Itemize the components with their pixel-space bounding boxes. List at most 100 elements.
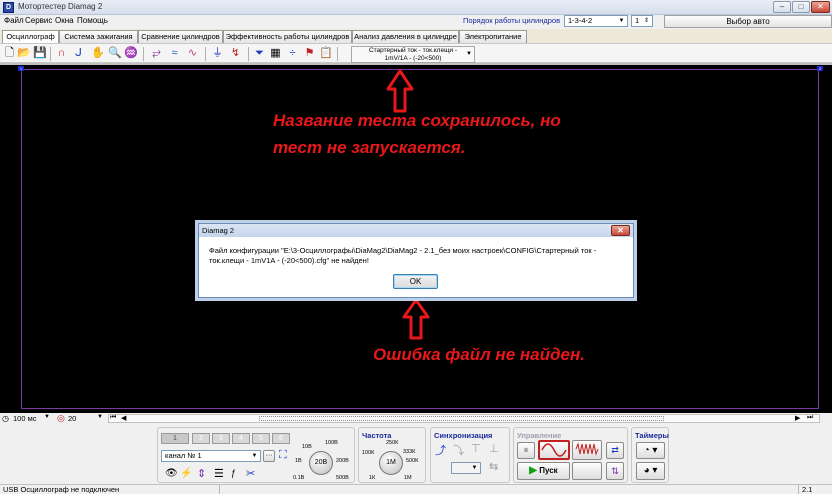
compress-icon[interactable]: ⥂ xyxy=(150,47,163,60)
probe-connector-icon[interactable]: ⛶ xyxy=(279,449,287,462)
scroll-thumb[interactable] xyxy=(259,416,664,421)
channel-button-3[interactable]: 3 xyxy=(212,433,230,444)
hand-pan-icon[interactable]: ✋ xyxy=(91,47,105,60)
menu-help[interactable]: Помощь xyxy=(77,16,108,25)
cursor-zero-icon[interactable]: ↯ xyxy=(229,47,242,60)
flag-icon[interactable]: ⚑ xyxy=(303,47,316,60)
choose-auto-button[interactable]: Выбор авто xyxy=(664,15,832,28)
timer-1-button[interactable]: ◔ ▾ xyxy=(636,442,665,459)
channel-button-1[interactable]: 1 xyxy=(161,433,189,444)
channel-button-2[interactable]: 2 xyxy=(192,433,210,444)
toolbar: 🗋 📂 💾 ∩ ᒍ ✋ 🔍 ♒ ⥂ ≈ ∿ ⏚ ↯ ⏷ ▦ ÷ ⚑ 📋 Стар… xyxy=(0,43,832,63)
channel-more-button[interactable]: ··· xyxy=(263,450,275,462)
sync-group: Синхронизация ⤴ ⤵ ⊤ ⊥ ▼ ⇆ xyxy=(430,427,510,483)
annotation-bottom: Ошибка файл не найден. xyxy=(373,345,585,364)
export-button[interactable]: ⇄ xyxy=(606,442,624,459)
scope-scrollbar[interactable]: ⏮ ◀ ▶ ⏭ xyxy=(108,414,820,423)
cylinder-count-spinner[interactable]: 1 ⇕ xyxy=(631,15,653,27)
start-button[interactable]: ▶ Пуск xyxy=(517,462,570,480)
dialog-close-button[interactable]: ✕ xyxy=(611,225,630,236)
sync-arrows-icon[interactable]: ⇆ xyxy=(489,460,498,473)
scope-control-bar: ◷ 100 мс ▼ ◎ 20 ▼ ⏮ ◀ ▶ ⏭ xyxy=(0,413,832,424)
toolbar-separator xyxy=(143,47,144,61)
marker-left[interactable]: 1 xyxy=(18,66,24,71)
frequency-tick: 1К xyxy=(369,475,376,481)
chevron-down-icon[interactable]: ▼ xyxy=(97,414,103,420)
timebase-value[interactable]: 100 мс xyxy=(13,414,37,423)
wave-overlay-icon[interactable]: ∿ xyxy=(186,47,199,60)
minimize-button[interactable]: – xyxy=(773,1,791,13)
channel-amp-icon: ◎ xyxy=(57,413,65,423)
divide-icon[interactable]: ÷ xyxy=(286,47,299,60)
clipboard-icon[interactable]: 📋 xyxy=(319,47,333,60)
trigger-window-icon[interactable]: ⊥ xyxy=(489,442,499,455)
sine-mode-button[interactable] xyxy=(538,440,570,460)
channel-button-5[interactable]: 5 xyxy=(252,433,270,444)
dialog-title: Diamag 2 xyxy=(199,224,633,237)
voltage-knob[interactable]: 20В xyxy=(309,451,333,475)
test-name-select[interactable]: Стартерный ток - ток.клещи - 1mV/1A - (-… xyxy=(351,46,475,63)
burst-mode-button[interactable] xyxy=(572,440,602,460)
record-button[interactable] xyxy=(572,462,602,480)
new-file-icon[interactable]: 🗋 xyxy=(3,47,16,60)
dialog-ok-button[interactable]: OK xyxy=(393,274,438,289)
table-icon[interactable]: ▦ xyxy=(269,47,282,60)
tab-cylinder-pressure[interactable]: Анализ давления в цилиндре xyxy=(352,30,459,43)
grid-lines-icon[interactable]: ☰ xyxy=(214,467,224,480)
close-button[interactable]: ✕ xyxy=(811,1,830,13)
channel-select[interactable]: канал № 1 ▼ xyxy=(161,450,261,462)
ruler-icon[interactable]: ♒ xyxy=(124,47,138,60)
eye-icon[interactable]: 👁 xyxy=(165,468,178,479)
voltage-tick: 0.1В xyxy=(293,475,305,481)
tab-cylinder-comparison[interactable]: Сравнение цилиндров xyxy=(138,30,223,43)
channel-button-4[interactable]: 4 xyxy=(232,433,250,444)
frequency-knob[interactable]: 1М xyxy=(379,451,403,475)
menu-service[interactable]: Сервис xyxy=(25,16,52,25)
scroll-left-icon[interactable]: ◀ xyxy=(121,414,126,422)
record-mode-button[interactable]: ⇅ xyxy=(606,462,624,480)
cylinder-order-select[interactable]: 1-3-4-2 ▼ xyxy=(564,15,628,27)
signal-icon[interactable]: ᒍ xyxy=(72,47,85,60)
wave-compare-icon[interactable]: ≈ xyxy=(168,47,181,60)
clock-icon: ◷ xyxy=(2,414,9,423)
tab-cylinder-efficiency[interactable]: Эффективность работы цилиндров xyxy=(223,30,352,43)
function-icon[interactable]: ƒ xyxy=(231,468,236,478)
sine-wave-icon xyxy=(541,443,567,457)
scroll-start-icon[interactable]: ⏮ xyxy=(110,414,116,422)
trigger-rise-icon[interactable]: ⤴ xyxy=(435,442,446,458)
voltage-tick: 100В xyxy=(325,440,338,446)
chevron-down-icon[interactable]: ▼ xyxy=(44,414,50,420)
trigger-fall-icon[interactable]: ⤵ xyxy=(453,442,464,458)
menu-file[interactable]: Файл xyxy=(4,16,24,25)
marker-right[interactable]: 2 xyxy=(817,66,823,71)
probe-icon[interactable]: ∩ xyxy=(55,47,68,60)
zoom-icon[interactable]: 🔍 xyxy=(108,47,122,60)
test-name-line1: Стартерный ток - ток.клещи - xyxy=(368,47,458,54)
invert-icon[interactable]: ⚡ xyxy=(180,468,192,479)
tab-power-supply[interactable]: Электропитание xyxy=(459,30,527,43)
sync-source-select[interactable]: ▼ xyxy=(451,462,481,474)
trigger-icon[interactable]: ⏚ xyxy=(211,47,224,60)
open-folder-icon[interactable]: 📂 xyxy=(17,47,31,60)
save-icon[interactable]: 💾 xyxy=(33,47,47,60)
scroll-end-icon[interactable]: ⏭ xyxy=(807,414,813,422)
filter-icon[interactable]: ⏷ xyxy=(253,47,266,60)
voltage-tick: 200В xyxy=(336,458,349,464)
timer-2-button[interactable]: ◕ ▾ xyxy=(636,462,665,480)
tools-icon[interactable]: ✂ xyxy=(246,467,255,480)
channel-group: 1 2 3 4 5 6 канал № 1 ▼ ··· ⛶ 👁 ⚡ ⇕ ☰ ƒ … xyxy=(157,427,355,483)
scroll-right-icon[interactable]: ▶ xyxy=(795,414,800,422)
channel-amp-value[interactable]: 20 xyxy=(68,414,76,423)
voltage-tick: 1В xyxy=(295,458,302,464)
error-dialog: Diamag 2 ✕ Файл конфигурации "E:\3-Осцил… xyxy=(198,223,634,298)
pause-button[interactable]: ⏸ xyxy=(517,442,535,459)
trigger-level-icon[interactable]: ⊤ xyxy=(471,442,481,455)
vertical-arrows-icon[interactable]: ⇕ xyxy=(197,467,206,480)
channel-button-6[interactable]: 6 xyxy=(272,433,290,444)
menu-windows[interactable]: Окна xyxy=(55,16,74,25)
tab-ignition-system[interactable]: Система зажигания xyxy=(59,30,138,43)
tab-oscilloscope[interactable]: Осциллограф xyxy=(2,30,59,44)
cylinder-order-value: 1-3-4-2 xyxy=(568,16,593,25)
maximize-button[interactable]: □ xyxy=(792,1,810,13)
chevron-down-icon: ▼ xyxy=(466,51,472,57)
